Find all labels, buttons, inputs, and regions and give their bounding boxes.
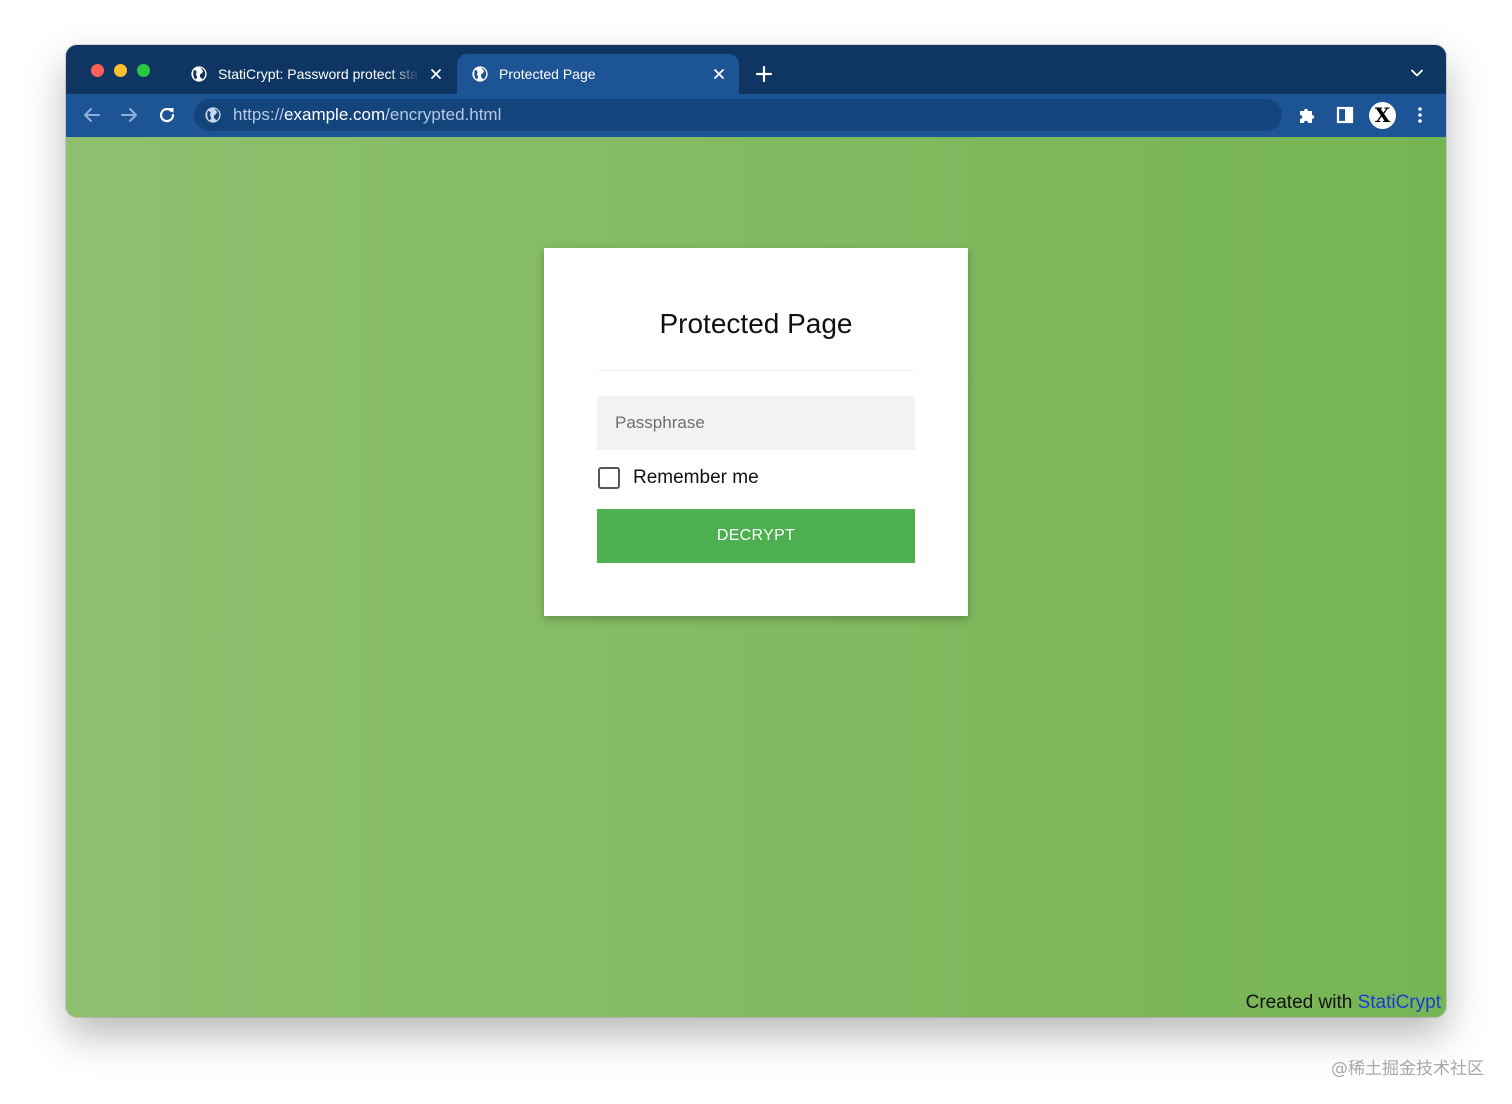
close-icon[interactable] xyxy=(428,66,444,82)
close-window-button[interactable] xyxy=(91,64,104,77)
tab-title: StatiCrypt: Password protect static HTML xyxy=(218,66,420,82)
login-card: Protected Page Remember me DECRYPT xyxy=(544,248,968,616)
page-title: Protected Page xyxy=(659,308,853,339)
tab-strip: StatiCrypt: Password protect static HTML… xyxy=(66,45,1446,94)
kebab-menu-icon[interactable] xyxy=(1409,104,1431,126)
globe-icon xyxy=(472,66,488,82)
divider xyxy=(597,370,915,371)
remember-me-checkbox[interactable] xyxy=(598,467,620,489)
puzzle-icon[interactable] xyxy=(1296,104,1318,126)
zoom-window-button[interactable] xyxy=(137,64,150,77)
remember-me-label[interactable]: Remember me xyxy=(633,467,759,489)
sidebar-icon[interactable] xyxy=(1334,104,1356,126)
url-scheme: https:// xyxy=(233,105,285,124)
profile-avatar[interactable]: X xyxy=(1369,102,1396,129)
passphrase-input[interactable] xyxy=(597,396,915,450)
tab-staticrypt[interactable]: StatiCrypt: Password protect static HTML xyxy=(176,54,456,94)
reload-icon[interactable] xyxy=(157,105,177,125)
footer-text: Created with xyxy=(1245,992,1358,1013)
decrypt-button[interactable]: DECRYPT xyxy=(597,509,915,563)
address-bar[interactable]: https://example.com/encrypted.html xyxy=(194,99,1282,131)
forward-arrow-icon[interactable] xyxy=(119,105,139,125)
browser-window: StatiCrypt: Password protect static HTML… xyxy=(66,45,1446,1017)
minimize-window-button[interactable] xyxy=(114,64,127,77)
back-arrow-icon[interactable] xyxy=(82,105,102,125)
toolbar: https://example.com/encrypted.html X xyxy=(66,94,1446,137)
close-icon[interactable] xyxy=(711,66,727,82)
staticrypt-link[interactable]: StatiCrypt xyxy=(1358,992,1441,1013)
tab-protected-page[interactable]: Protected Page xyxy=(457,54,739,94)
url-host: example.com xyxy=(284,105,386,124)
page-content: Protected Page Remember me DECRYPT Creat… xyxy=(66,137,1446,1017)
globe-icon[interactable] xyxy=(204,106,222,124)
plus-icon[interactable] xyxy=(754,64,774,84)
globe-icon xyxy=(191,66,207,82)
chevron-down-icon[interactable] xyxy=(1410,66,1424,80)
url-path: /encrypted.html xyxy=(385,105,502,124)
watermark-text: @稀土掘金技术社区 xyxy=(1331,1059,1484,1079)
tab-title: Protected Page xyxy=(499,66,596,82)
footer-credit: Created with StatiCrypt xyxy=(1246,992,1441,1014)
